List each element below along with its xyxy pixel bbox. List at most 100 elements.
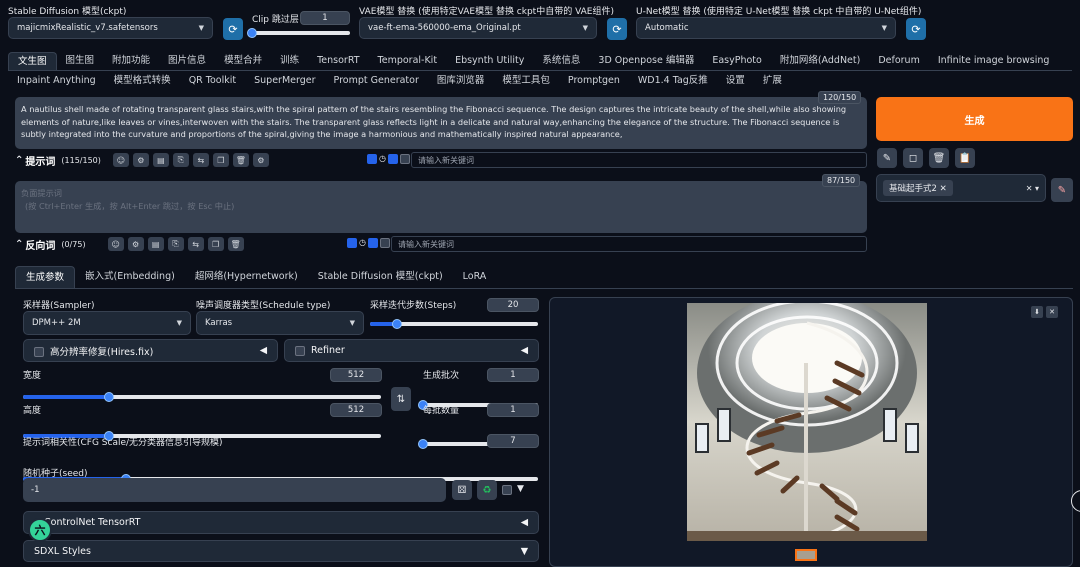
close-icon[interactable]: ✕ <box>940 184 947 194</box>
batch-size-input[interactable]: 1 <box>487 403 539 417</box>
vae-select[interactable]: vae-ft-ema-560000-ema_Original.pt ▼ <box>359 17 597 39</box>
tab-row2-10[interactable]: 扩展 <box>754 72 791 90</box>
trash-icon[interactable]: 🗑 <box>227 237 244 251</box>
square-icon[interactable]: ◻ <box>903 148 923 168</box>
gear-icon[interactable]: ⚙ <box>132 153 149 167</box>
param-tab-3[interactable]: Stable Diffusion 模型(ckpt) <box>308 266 453 288</box>
tab-row2-3[interactable]: SuperMerger <box>245 72 324 90</box>
sdxl-styles-accordion[interactable]: SDXL Styles ▼ <box>23 540 539 562</box>
tab-6[interactable]: TensorRT <box>308 52 368 70</box>
batch-count-input[interactable]: 1 <box>487 368 539 382</box>
steps-input[interactable]: 20 <box>487 298 539 312</box>
param-tab-2[interactable]: 超网络(Hypernetwork) <box>185 266 308 288</box>
prompt-textarea[interactable]: A nautilus shell made of rotating transp… <box>15 97 867 149</box>
param-tab-1[interactable]: 嵌入式(Embedding) <box>75 266 185 288</box>
edit-styles-icon[interactable]: ✎ <box>1051 178 1073 202</box>
controlnet-accordion[interactable]: ControlNet TensorRT ◀ <box>23 511 539 534</box>
dice-button[interactable]: ⚄ <box>452 480 472 500</box>
hires-fix-accordion[interactable]: 高分辨率修复(Hires.fix) ◀ <box>23 339 278 362</box>
floating-assistant-badge[interactable]: 六 <box>28 518 52 542</box>
seed-extra-checkbox[interactable] <box>502 485 512 498</box>
trash-icon[interactable]: 🗑 <box>232 153 249 167</box>
bookmark-icon[interactable]: ⎘ <box>172 153 189 167</box>
triangle-down-icon[interactable]: ▼ <box>517 484 524 494</box>
refiner-accordion[interactable]: Refiner ◀ <box>284 339 539 362</box>
tab-10[interactable]: 3D Openpose 编辑器 <box>589 52 703 70</box>
sampler-select[interactable]: DPM++ 2M ▼ <box>23 311 191 335</box>
checkbox-a[interactable] <box>347 238 357 248</box>
tab-1[interactable]: 图生图 <box>57 52 104 70</box>
tab-12[interactable]: 附加网络(AddNet) <box>771 52 869 70</box>
negative-keyword-input[interactable]: 请输入新关键词 <box>391 236 867 252</box>
tab-row2-9[interactable]: 设置 <box>717 72 754 90</box>
refresh-vae-button[interactable]: ⟳ <box>607 18 627 40</box>
clear-icon[interactable]: ✕ ▾ <box>1026 184 1039 193</box>
refresh-ckpt-button[interactable]: ⟳ <box>223 18 243 40</box>
trash-icon[interactable]: 🗑 <box>929 148 949 168</box>
swap-dimensions-button[interactable]: ⇅ <box>391 387 411 411</box>
checkbox-c[interactable] <box>399 154 410 164</box>
refiner-checkbox[interactable] <box>295 345 305 356</box>
steps-slider-knob[interactable] <box>391 319 402 329</box>
tab-row2-4[interactable]: Prompt Generator <box>325 72 428 90</box>
checkbox-c[interactable] <box>379 238 390 248</box>
style-tag[interactable]: 基础起手式2 ✕ <box>883 180 953 196</box>
tab-8[interactable]: Ebsynth Utility <box>446 52 533 70</box>
emoji-icon[interactable]: ☺ <box>107 237 124 251</box>
width-slider[interactable] <box>23 392 381 402</box>
batch-size-slider-knob[interactable] <box>418 439 428 449</box>
tab-row2-6[interactable]: 模型工具包 <box>493 72 559 90</box>
translate-icon[interactable]: ⇆ <box>187 237 204 251</box>
thumbnail[interactable] <box>795 549 817 561</box>
clip-slider-knob[interactable] <box>247 28 257 38</box>
tab-5[interactable]: 训练 <box>271 52 308 70</box>
tab-row2-5[interactable]: 图库浏览器 <box>428 72 494 90</box>
width-input[interactable]: 512 <box>330 368 382 382</box>
history-icon[interactable]: ▤ <box>152 153 169 167</box>
settings-icon[interactable]: ⚙ <box>252 153 269 167</box>
tab-13[interactable]: Deforum <box>869 52 929 70</box>
param-tab-4[interactable]: LoRA <box>453 266 497 288</box>
collapse-icon[interactable]: ⌃ <box>15 239 23 250</box>
generate-button[interactable]: 生成 <box>876 97 1073 141</box>
width-slider-knob[interactable] <box>103 392 114 402</box>
bookmark-icon[interactable]: ⎘ <box>167 237 184 251</box>
tab-row2-8[interactable]: WD1.4 Tag反推 <box>629 72 717 90</box>
tab-2[interactable]: 附加功能 <box>103 52 159 70</box>
tab-11[interactable]: EasyPhoto <box>703 52 771 70</box>
tab-row2-2[interactable]: QR Toolkit <box>180 72 245 90</box>
tab-row2-0[interactable]: Inpaint Anything <box>8 72 105 90</box>
checkbox-b[interactable] <box>387 154 398 164</box>
tab-row2-1[interactable]: 模型格式转换 <box>105 72 180 90</box>
generated-image[interactable] <box>687 303 927 541</box>
unet-select[interactable]: Automatic ▼ <box>636 17 896 39</box>
tab-3[interactable]: 图片信息 <box>159 52 215 70</box>
clipboard-icon[interactable]: 📋 <box>955 148 975 168</box>
close-icon[interactable]: ✕ <box>1046 306 1058 318</box>
tab-9[interactable]: 系统信息 <box>533 52 589 70</box>
clip-slider[interactable] <box>247 28 350 38</box>
checkbox-a[interactable] <box>367 154 377 164</box>
emoji-icon[interactable]: ☺ <box>112 153 129 167</box>
recycle-button[interactable]: ♻ <box>477 480 497 500</box>
copy-icon[interactable]: ❐ <box>212 153 229 167</box>
brush-icon[interactable]: ✎ <box>877 148 897 168</box>
copy-icon[interactable]: ❐ <box>207 237 224 251</box>
clip-input[interactable]: 1 <box>300 11 350 25</box>
tab-7[interactable]: Temporal-Kit <box>369 52 447 70</box>
negative-textarea[interactable]: 负面提示词 (按 Ctrl+Enter 生成，按 Alt+Enter 跳过，按 … <box>15 181 867 233</box>
cfg-input[interactable]: 7 <box>487 434 539 448</box>
tab-4[interactable]: 模型合并 <box>215 52 271 70</box>
seed-input[interactable]: -1 <box>23 478 446 502</box>
collapse-icon[interactable]: ⌃ <box>15 155 23 166</box>
tab-0[interactable]: 文生图 <box>8 52 57 70</box>
translate-icon[interactable]: ⇆ <box>192 153 209 167</box>
refresh-unet-button[interactable]: ⟳ <box>906 18 926 40</box>
styles-select[interactable]: 基础起手式2 ✕ ✕ ▾ <box>876 174 1046 202</box>
param-tab-0[interactable]: 生成参数 <box>15 266 76 288</box>
hires-checkbox[interactable] <box>34 347 44 357</box>
gear-icon[interactable]: ⚙ <box>127 237 144 251</box>
download-icon[interactable]: ⬇ <box>1031 306 1043 318</box>
prompt-keyword-input[interactable]: 请输入新关键词 <box>411 152 867 168</box>
tab-row2-7[interactable]: Promptgen <box>559 72 629 90</box>
